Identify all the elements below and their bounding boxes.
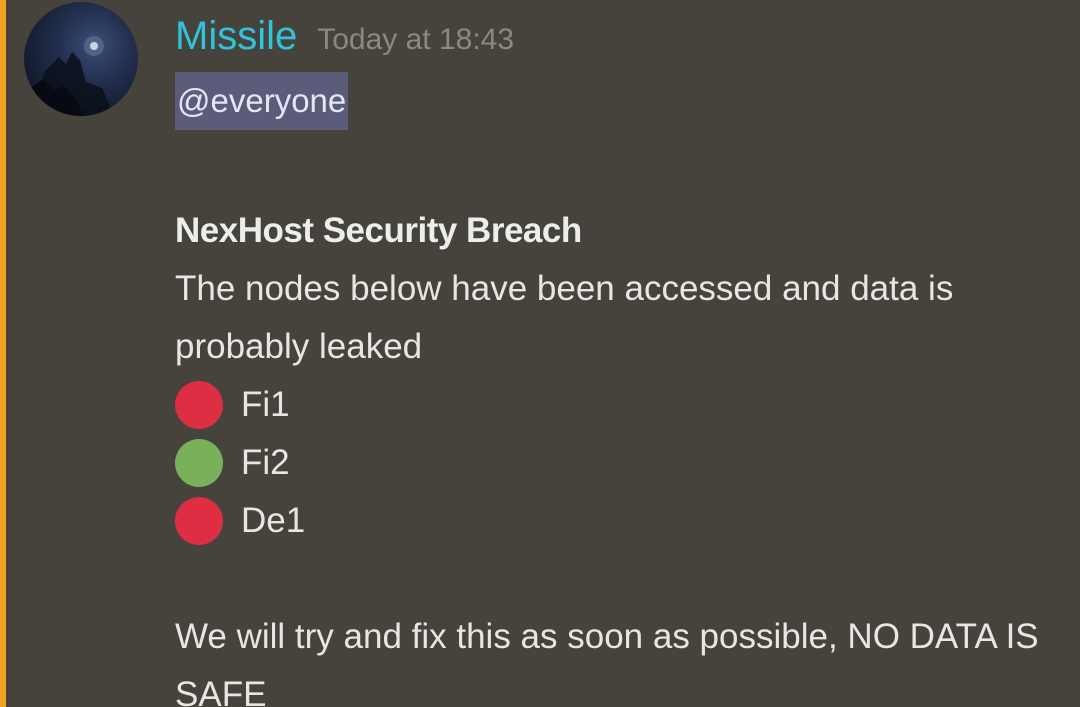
timestamp: Today at 18:43 bbox=[317, 23, 515, 56]
chat-message: Missile Today at 18:43 @everyone NexHost… bbox=[0, 0, 1080, 707]
message-title: NexHost Security Breach bbox=[175, 211, 582, 250]
node-item: Fi2 bbox=[175, 434, 1060, 492]
username[interactable]: Missile bbox=[175, 6, 297, 66]
red-circle-icon bbox=[175, 381, 223, 429]
avatar-image-icon bbox=[24, 36, 114, 116]
node-label: Fi2 bbox=[241, 443, 290, 482]
message-closing: We will try and fix this as soon as poss… bbox=[175, 617, 1039, 707]
message-intro: The nodes below have been accessed and d… bbox=[175, 269, 954, 366]
avatar[interactable] bbox=[24, 2, 138, 116]
message-content: Missile Today at 18:43 @everyone NexHost… bbox=[175, 0, 1060, 707]
mention-line: @everyone bbox=[175, 72, 1060, 130]
node-item: De1 bbox=[175, 492, 1060, 550]
node-label: Fi1 bbox=[241, 385, 290, 424]
mention-highlight-bar bbox=[0, 0, 6, 707]
node-label: De1 bbox=[241, 501, 306, 540]
node-item: Fi1 bbox=[175, 376, 1060, 434]
red-circle-icon bbox=[175, 497, 223, 545]
message-header: Missile Today at 18:43 bbox=[175, 0, 1060, 72]
green-circle-icon bbox=[175, 439, 223, 487]
everyone-mention[interactable]: @everyone bbox=[175, 72, 349, 130]
